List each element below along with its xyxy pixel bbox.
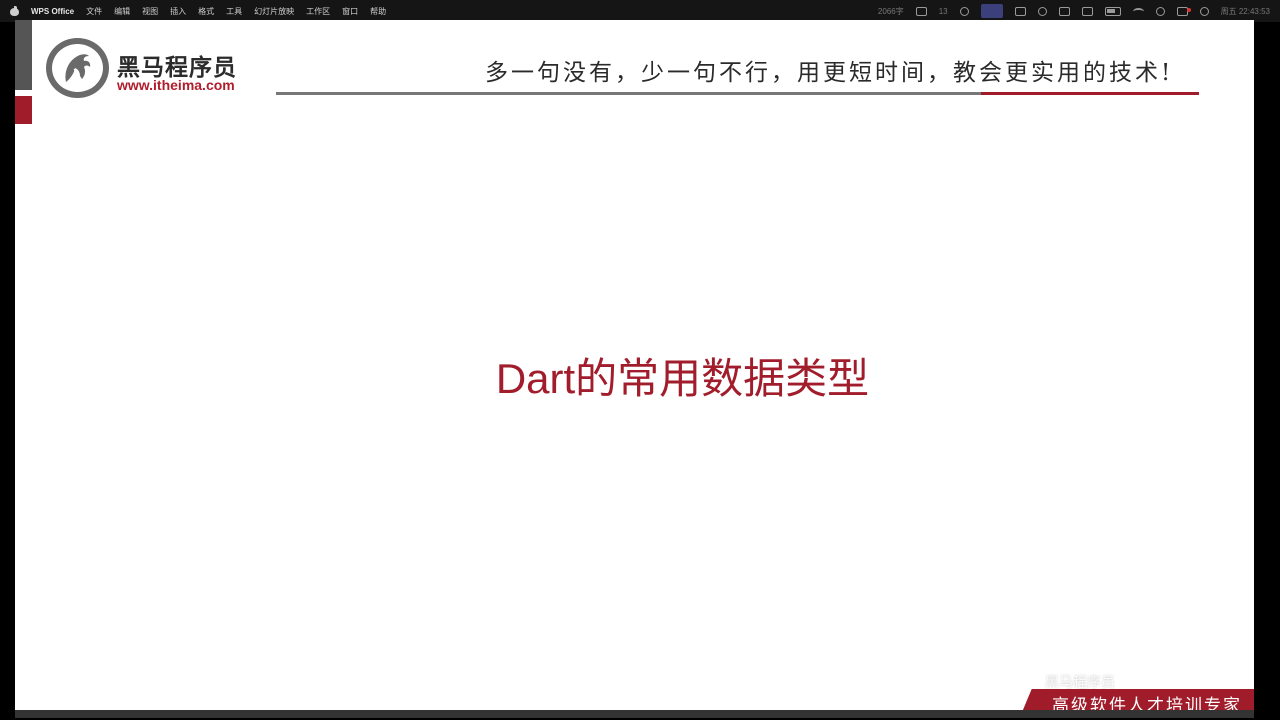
menu-help[interactable]: 帮助 [370,6,386,17]
screenshot-icon[interactable] [1081,6,1093,16]
side-accent-gray [15,20,32,90]
control-center-icon[interactable] [1199,6,1209,16]
menu-app-name[interactable]: WPS Office [31,7,74,16]
status-count[interactable]: 13 [939,7,948,16]
menu-workspace[interactable]: 工作区 [306,6,330,17]
screen-record-icon[interactable] [980,4,1003,18]
brand-logo [46,38,109,98]
menu-edit[interactable]: 编辑 [114,6,130,17]
menu-file[interactable]: 文件 [86,6,102,17]
menu-format[interactable]: 格式 [198,6,214,17]
clock-icon[interactable] [959,6,969,16]
battery-icon[interactable] [1104,6,1121,16]
wifi-icon[interactable] [1132,7,1144,15]
menu-insert[interactable]: 插入 [170,6,186,17]
footer-badge: 高级软件人才培训专家 [1020,689,1254,710]
status-word-count[interactable]: 2066字 [878,6,904,17]
menu-window[interactable]: 窗口 [342,6,358,17]
status-clock[interactable]: 周五 22:43:53 [1221,6,1270,17]
code-icon[interactable] [1058,6,1070,16]
apple-icon[interactable] [10,6,19,16]
horse-head-icon [65,54,91,82]
side-accent-red [15,96,32,124]
clipboard-icon[interactable] [915,6,927,16]
slide-slogan: 多一句没有，少一句不行，用更短时间，教会更实用的技术! [485,60,1174,86]
menu-view[interactable]: 视图 [142,6,158,17]
window-bottom-edge [15,710,1254,718]
menu-bar-left: WPS Office 文件 编辑 视图 插入 格式 工具 幻灯片放映 工作区 窗… [10,6,386,17]
menu-tools[interactable]: 工具 [226,6,242,17]
menu-bar-status: 2066字 13 周五 22:43:53 [878,4,1270,18]
grid-icon[interactable] [1014,6,1026,16]
shield-icon[interactable] [1037,6,1047,16]
slide-canvas[interactable]: 黑马程序员 www.itheima.com 多一句没有，少一句不行，用更短时间，… [15,20,1254,710]
menu-slideshow[interactable]: 幻灯片放映 [254,6,294,17]
menu-bar: WPS Office 文件 编辑 视图 插入 格式 工具 幻灯片放映 工作区 窗… [0,0,1280,22]
notification-icon[interactable] [1176,6,1191,16]
brand-url: www.itheima.com [117,77,235,93]
search-icon[interactable] [1155,6,1165,16]
header-divider-accent [981,92,1199,95]
slide-title: Dart的常用数据类型 [495,355,870,402]
